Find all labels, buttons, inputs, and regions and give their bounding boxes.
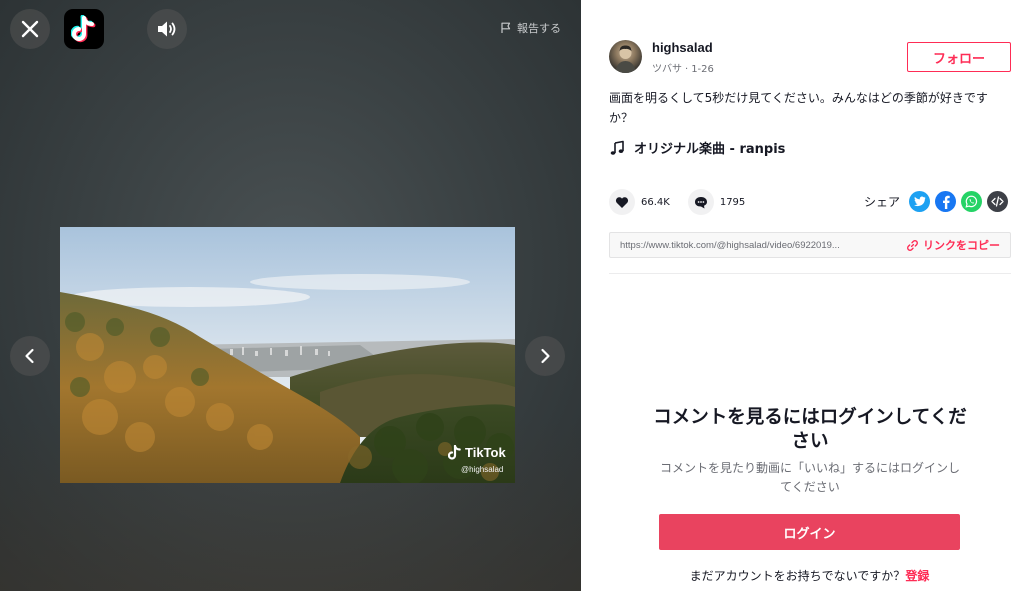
login-prompt-title: コメントを見るにはログインしてください [653, 407, 967, 452]
comment-icon [694, 196, 707, 208]
avatar-person-icon [615, 45, 636, 73]
author-username[interactable]: highsalad [652, 40, 713, 55]
author-subline: ツバサ · 1-26 [652, 60, 714, 75]
tiktok-note-icon [71, 15, 96, 43]
author-display-name: ツバサ [652, 64, 682, 75]
login-prompt-subtitle: コメントを見たり動画に「いいね」するにはログインしてください [659, 461, 960, 494]
music-note-icon [610, 140, 624, 155]
next-video-button[interactable] [525, 336, 565, 376]
tiktok-watermark: TikTok [448, 445, 506, 460]
comment-count: 1795 [719, 196, 746, 208]
twitter-icon [913, 196, 926, 207]
whatsapp-share-button[interactable] [961, 191, 983, 212]
video-info-panel: highsalad ツバサ · 1-26 フォロー 画面を明るくして5秒だけ見てくだ… [581, 0, 1024, 591]
share-bar: シェア [864, 191, 1009, 212]
watermark-brand: TikTok [465, 445, 506, 460]
twitter-share-button[interactable] [909, 191, 931, 212]
music-title: オリジナル楽曲 - ranpis [634, 142, 786, 157]
facebook-icon [942, 195, 950, 209]
separator-dot: · [685, 64, 689, 75]
post-description: 画面を明るくして5秒だけ見てください。みんなはどの季節が好きですか？ [609, 91, 988, 125]
follow-button[interactable]: フォロー [907, 42, 1011, 72]
report-label: 報告する [517, 22, 561, 35]
heart-icon [615, 196, 629, 208]
landscape-image [60, 227, 515, 483]
close-button[interactable] [10, 9, 50, 49]
close-icon [21, 20, 39, 38]
copy-link-label: リンクをコピー [923, 239, 1000, 252]
watermark-user: @highsalad [461, 465, 504, 474]
signup-text: まだアカウントをお持ちでないですか？ [689, 569, 906, 583]
volume-icon [158, 21, 176, 37]
video-stage: 報告する TikTok @highsalad [0, 0, 581, 591]
section-divider [609, 273, 1011, 274]
music-link[interactable]: オリジナル楽曲 - ranpis [609, 138, 785, 157]
signup-link[interactable]: 登録 [905, 569, 929, 583]
tiktok-logo[interactable] [64, 9, 104, 49]
video-frame[interactable] [60, 227, 515, 483]
link-icon [907, 239, 918, 251]
copy-link-button[interactable]: リンクをコピー [907, 237, 1000, 253]
engagement-stats: 66.4K 1795 [609, 189, 763, 215]
facebook-share-button[interactable] [935, 191, 957, 212]
signup-prompt: まだアカウントをお持ちでないですか？登録 [581, 567, 1024, 584]
avatar[interactable] [609, 40, 642, 73]
post-date: 1-26 [691, 64, 714, 75]
video-url[interactable]: https://www.tiktok.com/@highsalad/video/… [620, 240, 897, 251]
sound-button[interactable] [147, 9, 187, 49]
tiktok-note-icon [448, 445, 461, 460]
whatsapp-icon [965, 195, 978, 208]
comment-button[interactable] [687, 189, 714, 215]
report-button[interactable]: 報告する [500, 20, 561, 36]
like-button[interactable] [609, 189, 635, 215]
embed-icon [991, 196, 1004, 207]
video-link-box: https://www.tiktok.com/@highsalad/video/… [609, 232, 1011, 258]
share-label: シェア [864, 195, 901, 209]
chevron-left-icon [25, 348, 34, 364]
flag-icon [501, 22, 511, 33]
like-count: 66.4K [641, 196, 670, 208]
previous-video-button[interactable] [10, 336, 50, 376]
login-button[interactable]: ログイン [659, 514, 960, 550]
embed-share-button[interactable] [987, 191, 1009, 212]
chevron-right-icon [541, 348, 550, 364]
